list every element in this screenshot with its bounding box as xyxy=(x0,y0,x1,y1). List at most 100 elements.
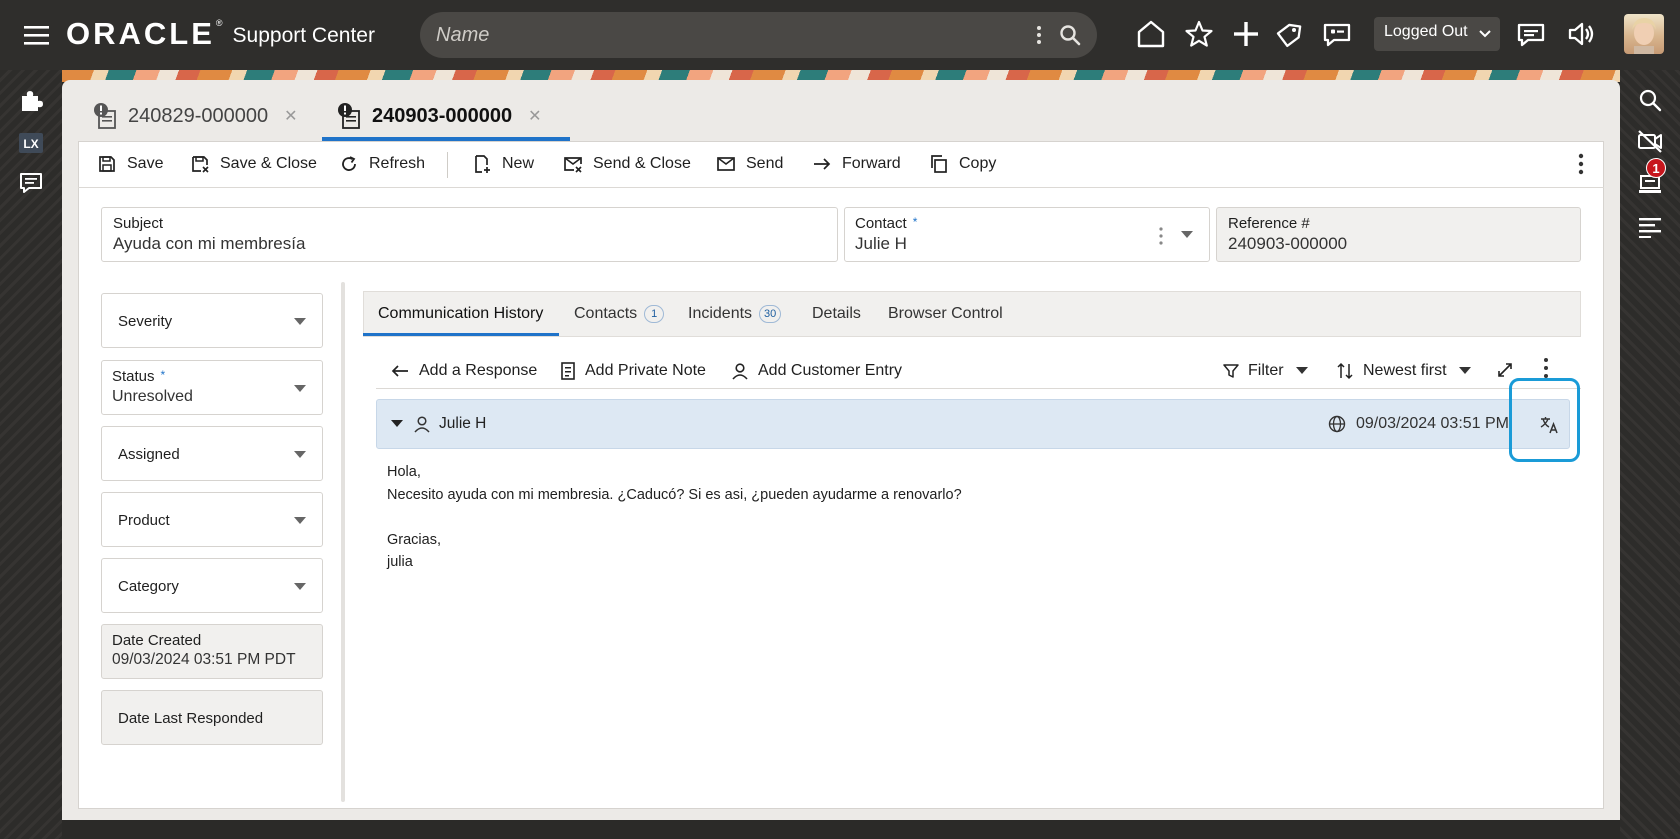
copy-button[interactable]: Copy xyxy=(929,153,996,175)
sort-order-button[interactable]: Newest first xyxy=(1336,360,1480,382)
status-value: Unresolved xyxy=(112,388,193,405)
panel-splitter[interactable] xyxy=(341,282,345,802)
subject-label: Subject xyxy=(113,215,164,232)
notification-badge: 1 xyxy=(1646,158,1666,178)
add-private-note-button[interactable]: Add Private Note xyxy=(560,360,706,382)
chat-icon[interactable] xyxy=(18,170,44,196)
create-plus-icon[interactable] xyxy=(1229,17,1263,51)
send-close-icon xyxy=(564,157,582,173)
video-off-icon[interactable] xyxy=(1636,127,1664,155)
category-label: Category xyxy=(118,578,179,595)
date-last-responded-label: Date Last Responded xyxy=(118,710,264,727)
messages-icon[interactable] xyxy=(1514,17,1548,51)
search-icon[interactable] xyxy=(1636,86,1664,114)
puzzle-extension-icon[interactable] xyxy=(18,87,44,113)
refresh-button[interactable]: Refresh xyxy=(339,153,425,175)
reference-label: Reference # xyxy=(1228,215,1310,232)
global-search xyxy=(420,12,1097,58)
record-tab-240829[interactable]: 240829-000000 ✕ xyxy=(92,92,298,140)
new-label: New xyxy=(502,155,535,172)
contact-field[interactable]: Contact * Julie H xyxy=(844,207,1210,262)
chevron-down-icon xyxy=(294,451,306,459)
search-input[interactable] xyxy=(436,20,1016,50)
send-close-label: Send & Close xyxy=(593,155,691,172)
incident-alert-icon xyxy=(94,103,116,129)
expand-icon[interactable] xyxy=(1497,362,1513,378)
save-button[interactable]: Save xyxy=(97,153,163,175)
tab-contacts[interactable]: Contacts 1 xyxy=(574,305,665,323)
required-indicator: * xyxy=(160,368,166,382)
add-private-note-label: Add Private Note xyxy=(585,362,706,379)
message-line xyxy=(387,506,962,529)
note-icon xyxy=(561,362,575,380)
tag-icon[interactable] xyxy=(1272,17,1306,51)
tab-label: Communication History xyxy=(378,305,544,322)
assigned-select[interactable]: Assigned xyxy=(101,426,323,481)
tab-communication-history[interactable]: Communication History xyxy=(378,305,543,323)
filter-funnel-icon xyxy=(1223,364,1239,378)
filter-label: Filter xyxy=(1248,362,1284,379)
person-icon xyxy=(732,363,748,380)
tab-browser-control[interactable]: Browser Control xyxy=(888,305,1003,323)
global-header: ORACLE ® Support Center Logged Out xyxy=(0,0,1680,70)
record-tab-240903[interactable]: 240903-000000 ✕ xyxy=(336,92,542,140)
add-response-button[interactable]: Add a Response xyxy=(390,360,537,382)
reply-arrow-icon xyxy=(391,365,408,377)
subject-field[interactable]: Subject Ayuda con mi membresía xyxy=(101,207,838,262)
message-line: Necesito ayuda con mi membresia. ¿Caducó… xyxy=(387,486,962,503)
reference-field: Reference # 240903-000000 xyxy=(1216,207,1581,262)
contact-options-icon[interactable] xyxy=(1157,226,1165,246)
favorites-star-icon[interactable] xyxy=(1182,17,1216,51)
close-tab-icon[interactable]: ✕ xyxy=(528,106,541,126)
count-badge: 1 xyxy=(644,305,665,323)
home-icon[interactable] xyxy=(1134,17,1168,51)
product-label: Product xyxy=(118,512,170,529)
product-select[interactable]: Product xyxy=(101,492,323,547)
date-created-label: Date Created xyxy=(112,632,202,649)
oracle-logo: ORACLE xyxy=(66,16,215,51)
agent-status-select[interactable]: Logged Out xyxy=(1374,17,1500,51)
lx-icon[interactable]: LX xyxy=(18,130,44,156)
add-customer-entry-button[interactable]: Add Customer Entry xyxy=(731,360,902,382)
new-button[interactable]: New xyxy=(472,153,534,175)
search-icon[interactable] xyxy=(1058,23,1082,47)
close-tab-icon[interactable]: ✕ xyxy=(284,106,297,126)
collapse-triangle-icon[interactable] xyxy=(391,420,403,428)
search-options-icon[interactable] xyxy=(1034,24,1044,46)
message-header[interactable]: Julie H 09/03/2024 03:51 PM xyxy=(376,399,1570,449)
status-label: Status xyxy=(112,368,155,385)
list-lines-icon[interactable] xyxy=(1636,212,1664,240)
tab-incidents[interactable]: Incidents 30 xyxy=(688,305,782,323)
globe-icon xyxy=(1328,415,1346,433)
tab-label: Browser Control xyxy=(888,305,1003,322)
save-and-close-button[interactable]: Save & Close xyxy=(190,153,317,175)
record-tab-label: 240903-000000 xyxy=(372,104,513,127)
forward-label: Forward xyxy=(842,155,901,172)
filter-button[interactable]: Filter xyxy=(1223,360,1317,382)
forward-button[interactable]: Forward xyxy=(812,153,901,175)
record-tab-label: 240829-000000 xyxy=(128,104,269,127)
date-created-value: 09/03/2024 03:51 PM PDT xyxy=(112,651,296,668)
chevron-down-icon xyxy=(294,318,306,326)
send-envelope-icon xyxy=(717,157,735,171)
tab-details[interactable]: Details xyxy=(812,305,861,323)
user-avatar[interactable] xyxy=(1624,14,1664,54)
message-timestamp: 09/03/2024 03:51 PM xyxy=(1356,415,1510,432)
message-line: julia xyxy=(387,554,413,570)
history-more-icon[interactable] xyxy=(1540,356,1552,380)
action-divider xyxy=(376,388,1581,389)
chevron-down-icon[interactable] xyxy=(1181,231,1193,239)
active-inner-tab-indicator xyxy=(363,333,559,336)
severity-select[interactable]: Severity xyxy=(101,293,323,348)
status-select[interactable]: Status * Unresolved xyxy=(101,360,323,415)
more-actions-icon[interactable] xyxy=(1574,152,1588,176)
send-and-close-button[interactable]: Send & Close xyxy=(563,153,691,175)
forward-arrow-icon xyxy=(814,158,831,170)
message-line: Gracias, xyxy=(387,531,441,548)
send-button[interactable]: Send xyxy=(716,153,783,175)
category-select[interactable]: Category xyxy=(101,558,323,613)
menu-icon[interactable] xyxy=(22,22,52,48)
brand: ORACLE ® Support Center xyxy=(66,18,375,50)
chat-bubble-icon[interactable] xyxy=(1320,17,1354,51)
volume-icon[interactable] xyxy=(1565,17,1599,51)
